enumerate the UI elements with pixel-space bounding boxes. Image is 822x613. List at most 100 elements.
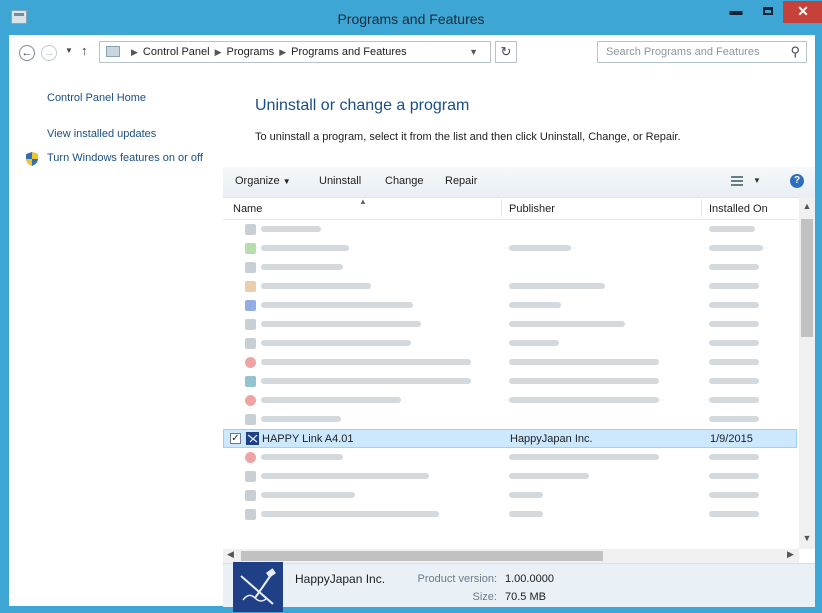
- close-button[interactable]: ✕: [783, 1, 822, 23]
- column-header-installed-on[interactable]: Installed On: [709, 203, 768, 215]
- command-bar: Organize ▼ Uninstall Change Repair ▼ ?: [223, 167, 815, 198]
- program-icon: [245, 376, 256, 387]
- blurred-date: [709, 321, 759, 327]
- scroll-up-arrow[interactable]: ▲: [799, 201, 815, 211]
- control-panel-home-link[interactable]: Control Panel Home: [47, 91, 146, 105]
- table-row[interactable]: [223, 258, 797, 277]
- program-icon: [245, 357, 256, 368]
- scroll-left-arrow[interactable]: ◀: [227, 549, 234, 560]
- search-placeholder: Search Programs and Features: [606, 46, 760, 58]
- column-header-name[interactable]: Name: [233, 203, 262, 215]
- blurred-publisher: [509, 340, 559, 346]
- table-row[interactable]: [223, 296, 797, 315]
- forward-button[interactable]: →: [41, 45, 57, 61]
- change-button[interactable]: Change: [385, 175, 424, 187]
- table-row[interactable]: [223, 467, 797, 486]
- program-icon: [245, 338, 256, 349]
- blurred-date: [709, 264, 759, 270]
- breadcrumb-control-panel[interactable]: Control Panel: [143, 46, 210, 58]
- view-installed-updates-link[interactable]: View installed updates: [47, 127, 156, 141]
- table-row[interactable]: [223, 486, 797, 505]
- window-title: Programs and Features: [337, 11, 485, 27]
- table-row[interactable]: [223, 372, 797, 391]
- blurred-name: [261, 473, 429, 479]
- table-row[interactable]: [223, 277, 797, 296]
- title-bar[interactable]: Programs and Features ▬ ✕: [1, 1, 822, 35]
- program-icon: [245, 414, 256, 425]
- page-instructions: To uninstall a program, select it from t…: [255, 131, 681, 143]
- turn-windows-features-link[interactable]: Turn Windows features on or off: [47, 151, 207, 165]
- details-publisher: HappyJapan Inc.: [295, 572, 386, 586]
- scroll-right-arrow[interactable]: ▶: [787, 549, 794, 560]
- recent-locations-dropdown[interactable]: ▼: [65, 46, 73, 55]
- product-version-label: Product version:: [417, 573, 497, 585]
- chevron-right-icon: ▶: [131, 47, 138, 57]
- blurred-publisher: [509, 378, 659, 384]
- column-header-publisher[interactable]: Publisher: [509, 203, 555, 215]
- size-value: 70.5 MB: [505, 591, 546, 603]
- address-field[interactable]: ▶ Control Panel ▶ Programs ▶ Programs and Fea…: [99, 41, 491, 63]
- back-button[interactable]: ←: [19, 45, 35, 61]
- repair-button[interactable]: Repair: [445, 175, 477, 187]
- blurred-publisher: [509, 283, 605, 289]
- table-row[interactable]: [223, 448, 797, 467]
- maximize-button[interactable]: [753, 1, 783, 23]
- table-row[interactable]: [223, 239, 797, 258]
- table-row-selected[interactable]: ✓ HAPPY Link A4.01 HappyJapan Inc. 1/9/2…: [223, 429, 797, 448]
- blurred-name: [261, 416, 341, 422]
- left-pane: Control Panel Home View installed update…: [9, 73, 215, 606]
- page-title: Uninstall or change a program: [255, 97, 470, 114]
- program-icon: [245, 319, 256, 330]
- main-content: Control Panel Home View installed update…: [9, 73, 815, 612]
- chevron-right-icon: ▶: [279, 47, 287, 57]
- vertical-scroll-thumb[interactable]: [801, 219, 813, 337]
- chevron-down-icon[interactable]: ▼: [469, 47, 478, 57]
- program-icon: [245, 224, 256, 235]
- program-icon: [245, 471, 256, 482]
- blurred-publisher: [509, 321, 625, 327]
- blurred-publisher: [509, 302, 561, 308]
- table-row[interactable]: [223, 220, 797, 239]
- table-row[interactable]: [223, 315, 797, 334]
- minimize-button[interactable]: ▬: [721, 1, 751, 23]
- program-installed-on: 1/9/2015: [710, 433, 753, 445]
- refresh-button[interactable]: ↻: [495, 41, 517, 63]
- happy-link-icon: [246, 432, 259, 445]
- table-row[interactable]: [223, 410, 797, 429]
- table-row[interactable]: [223, 334, 797, 353]
- uninstall-button[interactable]: Uninstall: [319, 175, 361, 187]
- sort-ascending-icon: ▲: [359, 197, 367, 206]
- table-row[interactable]: [223, 391, 797, 410]
- view-options-icon[interactable]: [731, 175, 743, 187]
- search-icon[interactable]: ⚲: [790, 44, 800, 60]
- breadcrumb-programs[interactable]: Programs: [227, 46, 275, 58]
- search-input[interactable]: Search Programs and Features ⚲: [597, 41, 807, 63]
- column-divider[interactable]: [701, 199, 702, 217]
- breadcrumb-programs-and-features[interactable]: Programs and Features: [291, 46, 407, 58]
- happy-link-large-icon: [233, 562, 283, 612]
- vertical-scrollbar[interactable]: ▲ ▼: [799, 197, 815, 549]
- scroll-down-arrow[interactable]: ▼: [799, 533, 815, 543]
- up-button[interactable]: ↑: [81, 43, 88, 58]
- program-icon: [245, 490, 256, 501]
- horizontal-scroll-thumb[interactable]: [241, 551, 603, 561]
- blurred-date: [709, 340, 759, 346]
- blurred-date: [709, 511, 759, 517]
- blurred-publisher: [509, 511, 543, 517]
- table-row[interactable]: [223, 505, 797, 524]
- column-divider[interactable]: [501, 199, 502, 217]
- row-checkbox[interactable]: ✓: [230, 433, 241, 444]
- shield-icon: [26, 152, 38, 166]
- program-list: ▲ Name Publisher Installed On ✓ HAPPY Li…: [223, 197, 815, 549]
- help-icon[interactable]: ?: [790, 174, 804, 188]
- organize-button[interactable]: Organize ▼: [235, 175, 291, 187]
- product-version-value: 1.00.0000: [505, 573, 554, 585]
- details-pane: HappyJapan Inc. Product version: 1.00.00…: [223, 562, 815, 612]
- chevron-right-icon: ▶: [214, 47, 222, 57]
- table-row[interactable]: [223, 353, 797, 372]
- horizontal-scrollbar[interactable]: ◀ ▶: [223, 549, 799, 563]
- breadcrumb: ▶ Control Panel ▶ Programs ▶ Programs and Fea…: [126, 46, 407, 58]
- blurred-date: [709, 226, 755, 232]
- view-dropdown-arrow[interactable]: ▼: [753, 176, 761, 185]
- blurred-name: [261, 321, 421, 327]
